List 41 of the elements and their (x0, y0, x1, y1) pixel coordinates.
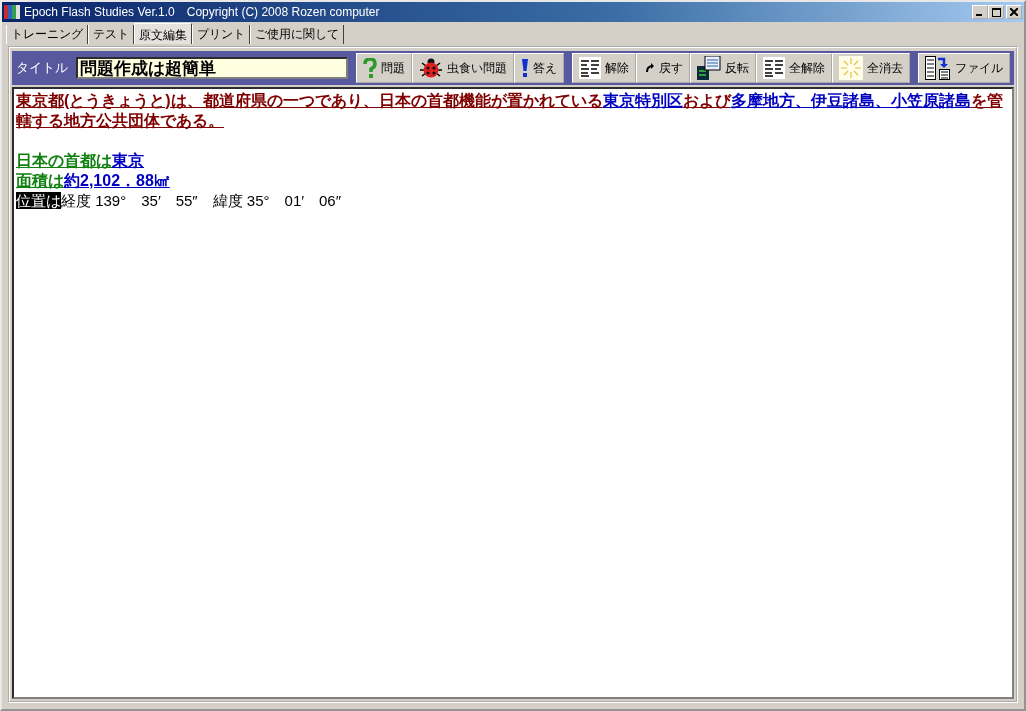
toolbar-button[interactable]: 反転 (690, 53, 756, 83)
toolbar-button[interactable]: 解除 (572, 53, 636, 83)
text-editor[interactable]: 東京都(とうきょうと)は、都道府県の一つであり、日本の首都機能が置かれている東京特別区および多摩地方、伊豆諸島、小笠原諸島を管轄する地方公共団体である。 日本の首都は東京 面積は約2,102．88㎢ 位置は経度 139° 35′ 55″ 緯度 35° 01′ 06″ (12, 87, 1014, 699)
books-icon (4, 4, 20, 20)
sparkle-icon (839, 56, 863, 80)
keyword-link[interactable]: 東京 (112, 152, 144, 169)
window-title: Epoch Flash Studies Ver.1.0 Copyright (C) 2008 Rozen computer (24, 3, 380, 21)
paragraph-text: 東京都(とうきょうと)は、都道府県の一つであり、日本の首都機能が置かれている東京特別区および多摩地方、伊豆諸島、小笠原諸島を管轄する地方公共団体である。 (16, 91, 1004, 131)
document-icon (925, 56, 951, 80)
tab[interactable]: トレーニング (6, 25, 88, 44)
toolbar-button[interactable]: 全解除 (756, 53, 832, 83)
title-input[interactable]: 問題作成は超簡単 (76, 57, 348, 79)
tab[interactable]: テスト (88, 25, 134, 44)
toolbar-button[interactable]: 答え (514, 53, 564, 83)
exclamation-icon (521, 58, 529, 78)
ladybug-icon (419, 57, 443, 79)
toolbar-button[interactable]: 全消去 (832, 53, 910, 83)
question-mark-icon (363, 58, 377, 78)
text-lines-icon (579, 57, 601, 79)
tab[interactable]: 原文編集 (134, 23, 192, 44)
toolbar-button[interactable]: 戻す (636, 53, 690, 83)
close-button[interactable] (1006, 5, 1022, 19)
toolbar-button[interactable]: 虫食い問題 (412, 53, 514, 83)
minimize-button[interactable] (972, 5, 988, 19)
keyword-link[interactable]: 約2,102．88㎢ (64, 172, 170, 189)
paragraph-text: 面積は約2,102．88㎢ (16, 171, 170, 191)
text-lines-icon (763, 57, 785, 79)
maximize-icon (991, 7, 1001, 17)
close-icon (1010, 8, 1018, 16)
title-label: タイトル (16, 59, 68, 77)
toolbar-button[interactable]: ファイル (918, 53, 1010, 83)
tab[interactable]: ご使用に関して (250, 25, 344, 44)
paragraph-text: 日本の首都は東京 (16, 151, 144, 171)
toolbar-button[interactable]: 問題 (356, 53, 412, 83)
maximize-button[interactable] (988, 5, 1004, 19)
keyword-link[interactable]: 東京特別区 (602, 92, 683, 109)
undo-icon (643, 62, 655, 74)
keyword-link[interactable]: 多摩地方、伊豆諸島、小笠原諸島 (730, 92, 971, 109)
paragraph-text: 位置は経度 139° 35′ 55″ 緯度 35° 01′ 06″ (16, 191, 342, 211)
tab[interactable]: プリント (192, 25, 250, 44)
monitor-icon (697, 56, 721, 80)
